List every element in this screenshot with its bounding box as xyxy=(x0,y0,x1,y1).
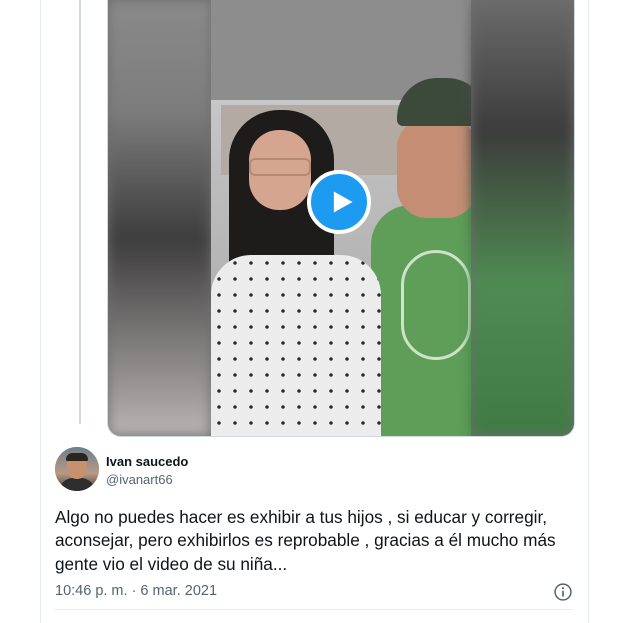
play-icon xyxy=(333,191,352,213)
avatar[interactable] xyxy=(55,447,99,491)
play-button[interactable] xyxy=(307,170,371,234)
timeline-left-border xyxy=(40,0,41,623)
author-display-name[interactable]: Ivan saucedo xyxy=(106,454,188,469)
tweet-timestamp[interactable]: 10:46 p. m. · 6 mar. 2021 xyxy=(55,583,217,599)
tweet-text: Algo no puedes hacer es exhibir a tus hi… xyxy=(55,507,556,574)
video-blur-right xyxy=(471,0,574,436)
info-icon[interactable] xyxy=(553,582,573,602)
author-handle[interactable]: @ivanart66 xyxy=(106,472,173,487)
tweet-divider xyxy=(55,609,573,610)
thread-connector-line xyxy=(79,0,81,424)
video-blur-left xyxy=(108,0,211,436)
timeline-right-border xyxy=(588,0,589,623)
